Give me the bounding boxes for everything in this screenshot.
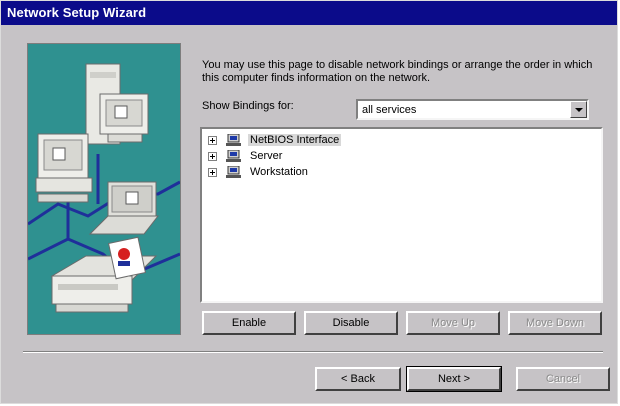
move-up-button[interactable]: Move Up: [406, 311, 500, 335]
network-service-icon: [226, 134, 241, 146]
tree-item-label: Server: [250, 150, 283, 162]
next-button[interactable]: Next >: [406, 366, 502, 392]
enable-button[interactable]: Enable: [202, 311, 296, 335]
bindings-tree[interactable]: NetBIOS Interface Server Workstation: [200, 127, 603, 303]
dialog-separator: [23, 351, 603, 353]
wizard-window: Network Setup Wizard You may use this pa…: [0, 0, 618, 404]
cancel-button[interactable]: Cancel: [516, 367, 610, 391]
wizard-illustration: [27, 43, 181, 335]
window-title: Network Setup Wizard: [7, 5, 147, 20]
tree-item-label: NetBIOS Interface: [248, 134, 342, 146]
tree-item-label: Workstation: [250, 166, 308, 178]
disable-button[interactable]: Disable: [304, 311, 398, 335]
network-service-icon: [226, 150, 241, 162]
wizard-description: You may use this page to disable network…: [202, 59, 593, 84]
dropdown-arrow-button[interactable]: [570, 101, 587, 118]
show-bindings-value: all services: [362, 104, 417, 116]
expand-plus-icon[interactable]: [208, 168, 217, 177]
expand-plus-icon[interactable]: [208, 152, 217, 161]
show-bindings-label: Show Bindings for:: [202, 100, 294, 112]
network-computers-illustration: [27, 44, 181, 334]
back-button[interactable]: < Back: [315, 367, 401, 391]
title-bar[interactable]: Network Setup Wizard: [1, 1, 617, 25]
network-service-icon: [226, 166, 241, 178]
expand-plus-icon[interactable]: [208, 136, 217, 145]
move-down-button[interactable]: Move Down: [508, 311, 602, 335]
show-bindings-select[interactable]: all services: [356, 99, 589, 120]
